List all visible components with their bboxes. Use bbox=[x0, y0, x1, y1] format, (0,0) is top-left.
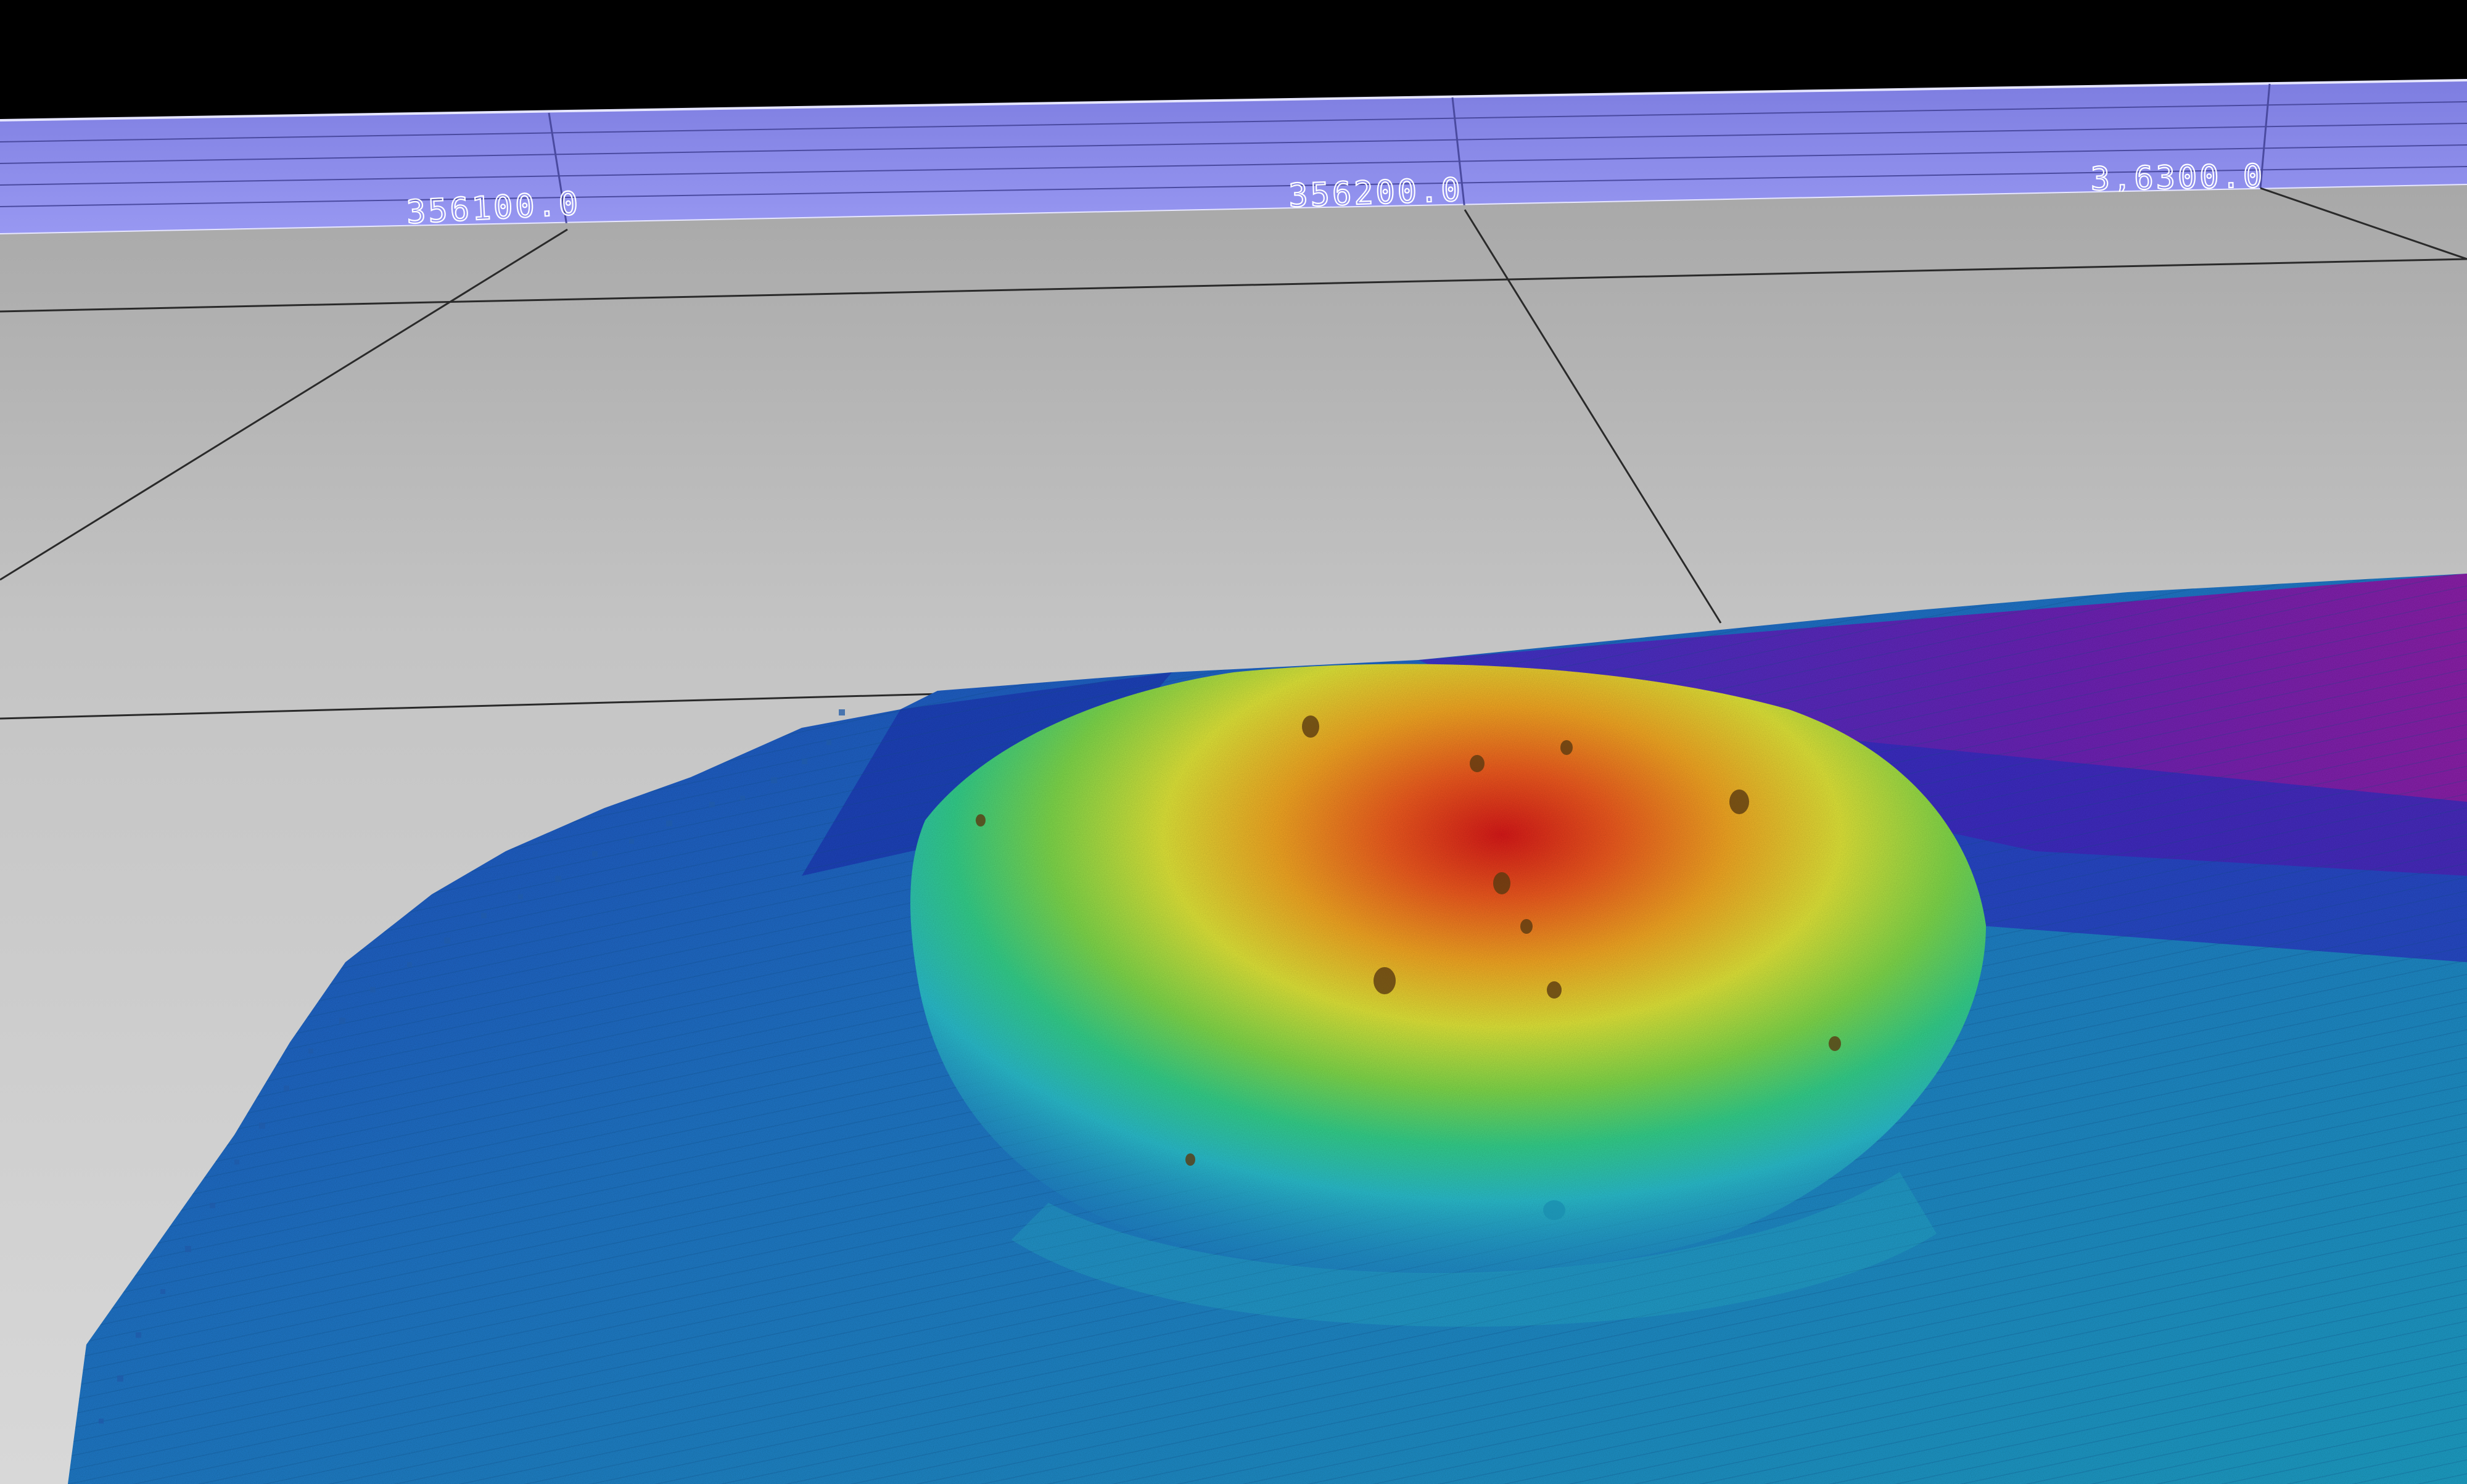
bathymetry-scene: 356100.0 356200.0 3,6300.0 bbox=[0, 0, 2467, 1484]
3d-viewport[interactable]: 356100.0 356200.0 3,6300.0 bbox=[0, 0, 2467, 1484]
